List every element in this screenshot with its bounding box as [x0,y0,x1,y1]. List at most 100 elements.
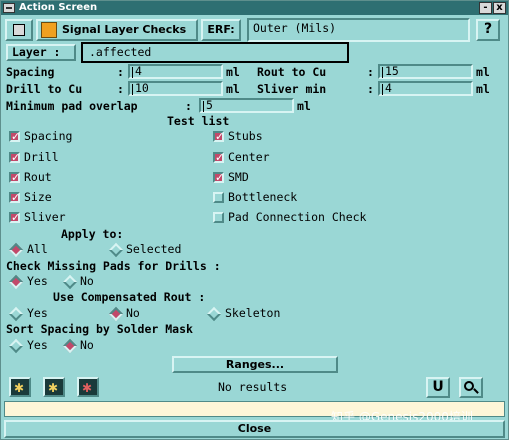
drill-to-cu-label: Drill to Cu [6,82,83,96]
text-caret [382,67,383,78]
erf-field[interactable]: Outer (Mils) [247,18,470,42]
radio-missing-pads-yes[interactable] [8,274,24,290]
action-menu-button[interactable] [5,19,33,41]
radio-label: Yes [27,338,48,352]
checkbox-center[interactable] [213,151,224,164]
zoom-button[interactable] [459,377,483,398]
checkbox-label: SMD [228,170,249,184]
sort-spacing-label: Sort Spacing by Solder Mask [6,322,193,336]
erf-value: Outer (Mils) [253,21,337,35]
radio-apply-selected[interactable] [108,242,124,258]
drill-to-cu-unit: ml [226,82,240,96]
checkbox-label: Size [24,190,52,204]
run-selected-icon[interactable]: ✱ [43,377,65,397]
rout-to-cu-input[interactable]: 15 [378,64,473,79]
min-pad-overlap-unit: ml [297,99,311,113]
radio-sort-spacing-yes[interactable] [8,338,24,354]
radio-label: No [126,306,140,320]
checkbox-label: Center [228,150,270,164]
missing-pads-label: Check Missing Pads for Drills : [6,259,221,273]
layer-field[interactable]: .affected [81,42,349,63]
min-pad-overlap-value: 5 [206,98,213,112]
radio-comp-rout-yes[interactable] [8,306,24,322]
close-button[interactable]: Close [4,420,505,438]
spacing-unit: ml [226,65,240,79]
spacing-input[interactable]: 4 [128,64,223,79]
spacing-colon: : [117,65,124,79]
drill-to-cu-value: 10 [135,81,149,95]
layer-button[interactable]: Layer : [6,44,76,61]
comp-rout-label: Use Compensated Rout : [53,290,206,304]
text-caret [382,84,383,95]
rout-to-cu-value: 15 [385,64,399,78]
min-pad-overlap-colon: : [185,99,192,113]
spacing-value: 4 [135,64,142,78]
checkbox-label: Pad Connection Check [228,210,367,224]
radio-label: No [80,338,94,352]
text-caret [132,67,133,78]
radio-label: Yes [27,306,48,320]
erf-button[interactable]: ERF: [201,19,241,41]
checkbox-sliver[interactable] [9,211,20,224]
radio-label: Selected [126,242,182,256]
title-bar[interactable]: Action Screen - x [1,1,508,15]
help-button[interactable]: ? [476,19,500,41]
checkbox-label: Sliver [24,210,66,224]
radio-comp-rout-skeleton[interactable] [206,306,222,322]
checkbox-label: Spacing [24,129,73,143]
magnifier-handle [473,388,479,394]
checkbox-rout[interactable] [9,171,20,184]
run-icon[interactable]: ✱ [9,377,31,397]
radio-label: No [80,274,94,288]
layer-value: .affected [89,45,152,59]
rout-to-cu-label: Rout to Cu [257,65,327,79]
sliver-min-input[interactable]: 4 [378,81,473,96]
checkbox-pad-connection-check[interactable] [213,212,224,223]
grid-icon [13,24,25,36]
window-title: Action Screen [19,2,98,13]
radio-missing-pads-no[interactable] [62,274,78,290]
min-pad-overlap-input[interactable]: 5 [199,98,294,113]
results-status: No results [218,380,288,394]
min-pad-overlap-label: Minimum pad overlap [6,99,138,113]
radio-sort-spacing-no[interactable] [62,338,78,354]
text-caret [203,101,204,112]
test-list-title: Test list [167,114,230,128]
checkbox-drill[interactable] [9,151,20,164]
checkbox-stubs[interactable] [213,130,224,143]
radio-label: Yes [27,274,48,288]
close-window-button[interactable]: x [493,2,506,14]
checkbox-label: Drill [24,150,59,164]
radio-label: Skeleton [225,306,281,320]
minimize-button[interactable]: - [479,2,492,14]
check-title: Signal Layer Checks [62,23,187,36]
rout-to-cu-unit: ml [476,65,490,79]
checkbox-bottleneck[interactable] [213,192,224,203]
sliver-min-colon: : [367,82,374,96]
sliver-min-label: Sliver min [257,82,327,96]
drill-to-cu-colon: : [117,82,124,96]
check-selector-button[interactable]: Signal Layer Checks [36,19,198,41]
apply-to-label: Apply to: [61,227,124,241]
ranges-button[interactable]: Ranges... [172,356,338,373]
checkbox-label: Stubs [228,129,263,143]
checkbox-label: Bottleneck [228,190,298,204]
run-results-icon[interactable]: ✱ [77,377,99,397]
unit-toggle-button[interactable]: U [426,377,450,398]
checkbox-label: Rout [24,170,52,184]
sliver-min-value: 4 [385,81,392,95]
drill-to-cu-input[interactable]: 10 [128,81,223,96]
radio-label: All [27,242,48,256]
spacing-label: Spacing [6,65,55,79]
action-screen-window: Action Screen - x Signal Layer Checks ER… [0,0,509,440]
checkbox-size[interactable] [9,191,20,204]
rout-to-cu-colon: : [367,65,374,79]
sliver-min-unit: ml [476,82,490,96]
text-caret [132,84,133,95]
checkbox-spacing[interactable] [9,130,20,143]
signal-check-icon [41,22,57,38]
window-menu-icon[interactable] [3,3,15,13]
checkbox-smd[interactable] [213,171,224,184]
radio-comp-rout-no[interactable] [108,306,124,322]
radio-apply-all[interactable] [8,242,24,258]
